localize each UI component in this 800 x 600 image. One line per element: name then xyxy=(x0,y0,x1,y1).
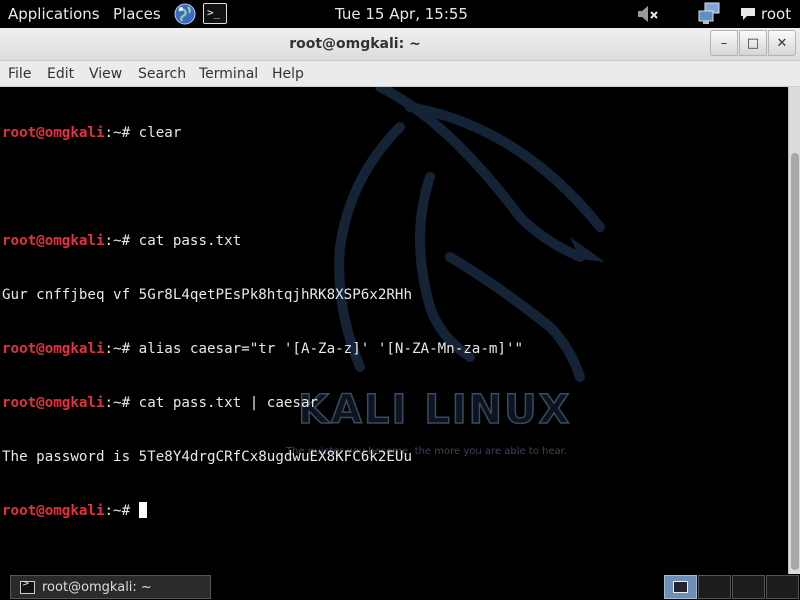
close-button[interactable]: ✕ xyxy=(768,30,796,56)
menu-terminal[interactable]: Terminal xyxy=(199,66,258,82)
user-menu[interactable]: root xyxy=(740,5,791,23)
maximize-button[interactable]: □ xyxy=(739,30,767,56)
menu-view[interactable]: View xyxy=(89,66,122,82)
terminal-launcher-glyph: >_ xyxy=(207,6,221,19)
text-cursor xyxy=(138,502,147,518)
prompt-user: root@omgkali xyxy=(2,125,105,141)
terminal-line: root@omgkali:~# alias caesar="tr '[A-Za-… xyxy=(2,340,523,358)
terminal-line: Gur cnffjbeq vf 5Gr8L4qetPEsPk8htqjhRK8X… xyxy=(2,286,523,304)
taskbar-window-label: root@omgkali: ~ xyxy=(42,579,152,595)
output-text: The password is 5Te8Y4drgCRfCx8ugdwuEX8K… xyxy=(2,449,412,465)
vertical-scrollbar[interactable] xyxy=(788,87,800,574)
prompt-path: :~# xyxy=(104,395,139,411)
applications-menu[interactable]: Applications xyxy=(8,5,100,23)
user-name: root xyxy=(761,5,792,23)
terminal-area[interactable]: KALI LINUX The quieter you become, the m… xyxy=(0,87,788,574)
taskbar-window-button[interactable]: root@omgkali: ~ xyxy=(10,575,211,599)
terminal-line: root@omgkali:~# xyxy=(2,502,523,520)
command-text: cat pass.txt xyxy=(138,233,242,249)
menu-bar: File Edit View Search Terminal Help xyxy=(0,61,800,87)
prompt-user: root@omgkali xyxy=(2,341,105,357)
menu-file[interactable]: File xyxy=(8,66,31,82)
browser-launcher-icon[interactable] xyxy=(173,2,197,26)
workspace-3[interactable] xyxy=(732,575,765,599)
prompt-path: :~# xyxy=(104,503,139,519)
places-menu[interactable]: Places xyxy=(113,5,161,23)
clock[interactable]: Tue 15 Apr, 15:55 xyxy=(335,5,468,23)
terminal-output: root@omgkali:~# clear root@omgkali:~# ca… xyxy=(2,88,523,556)
terminal-icon xyxy=(20,579,35,594)
prompt-user: root@omgkali xyxy=(2,233,105,249)
command-text: alias caesar="tr '[A-Za-z]' '[N-ZA-Mn-za… xyxy=(138,341,524,357)
output-text: Gur cnffjbeq vf 5Gr8L4qetPEsPk8htqjhRK8X… xyxy=(2,287,412,303)
scrollbar-thumb[interactable] xyxy=(791,153,799,570)
minimize-button[interactable]: – xyxy=(710,30,738,56)
window-title: root@omgkali: ~ xyxy=(289,36,421,52)
network-icon[interactable] xyxy=(697,2,723,26)
menu-help[interactable]: Help xyxy=(272,66,304,82)
prompt-user: root@omgkali xyxy=(2,503,105,519)
menu-edit[interactable]: Edit xyxy=(47,66,74,82)
command-text: cat pass.txt | caesar xyxy=(138,395,319,411)
prompt-path: :~# xyxy=(104,233,139,249)
command-text: clear xyxy=(138,125,182,141)
menu-search[interactable]: Search xyxy=(138,66,186,82)
maximize-icon: □ xyxy=(746,35,760,51)
terminal-line: root@omgkali:~# cat pass.txt xyxy=(2,232,523,250)
window-titlebar[interactable]: root@omgkali: ~ – □ ✕ xyxy=(0,28,800,61)
bottom-panel: root@omgkali: ~ xyxy=(0,574,800,600)
prompt-path: :~# xyxy=(104,125,139,141)
close-icon: ✕ xyxy=(776,35,788,51)
chat-icon xyxy=(740,7,756,21)
prompt-path: :~# xyxy=(104,341,139,357)
prompt-user: root@omgkali xyxy=(2,395,105,411)
workspace-2[interactable] xyxy=(698,575,731,599)
terminal-thumbnail-icon xyxy=(673,581,688,593)
terminal-line: The password is 5Te8Y4drgCRfCx8ugdwuEX8K… xyxy=(2,448,523,466)
terminal-line: root@omgkali:~# cat pass.txt | caesar xyxy=(2,394,523,412)
workspace-1[interactable] xyxy=(664,575,697,599)
workspace-4[interactable] xyxy=(766,575,799,599)
terminal-line: root@omgkali:~# clear xyxy=(2,124,523,142)
terminal-launcher-icon[interactable]: >_ xyxy=(203,3,227,24)
minimize-icon: – xyxy=(720,35,728,51)
top-panel: Applications Places >_ Tue 15 Apr, 15:55 xyxy=(0,0,800,28)
volume-muted-icon[interactable] xyxy=(636,3,662,25)
